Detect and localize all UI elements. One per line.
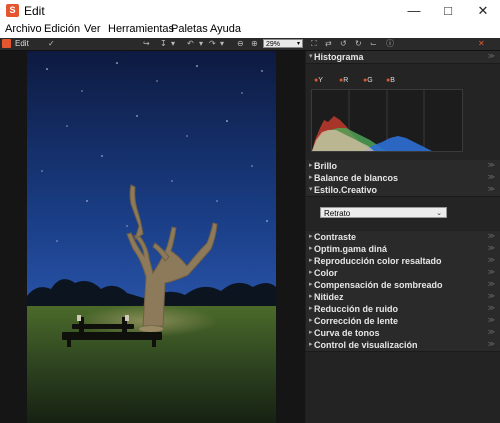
collapse-arrow-icon: ▾ bbox=[309, 53, 313, 60]
maximize-icon[interactable]: □ bbox=[431, 0, 465, 22]
chevron-down-icon: ▾ bbox=[296, 41, 300, 47]
undo-icon[interactable]: ↶ bbox=[187, 38, 194, 50]
save-icon[interactable]: ↧ bbox=[160, 38, 167, 50]
menu-bar: Archivo Edición Ver Herramientas Paletas… bbox=[0, 22, 500, 39]
collapse-arrow-icon: ▾ bbox=[309, 186, 313, 193]
section-label: Reducción de ruido bbox=[314, 304, 399, 314]
expand-arrow-icon: ▸ bbox=[309, 293, 313, 300]
section-label: Nitidez bbox=[314, 292, 344, 302]
chevron-icon: ≫ bbox=[487, 53, 495, 60]
expand-arrow-icon: ▸ bbox=[309, 317, 313, 324]
info-icon[interactable]: ⓘ bbox=[386, 38, 394, 50]
rotate-left-icon[interactable]: ↺ bbox=[340, 38, 347, 50]
redo-options-icon[interactable]: ▾ bbox=[220, 38, 224, 50]
chevron-icon: ≫ bbox=[487, 245, 495, 252]
section-label: Brillo bbox=[314, 161, 338, 171]
photo-image bbox=[27, 51, 276, 423]
undo-options-icon[interactable]: ▾ bbox=[199, 38, 203, 50]
chevron-icon: ≫ bbox=[487, 317, 495, 324]
edit-mode-icon[interactable] bbox=[2, 39, 11, 48]
export-icon[interactable]: ↪ bbox=[143, 38, 150, 50]
redo-icon[interactable]: ↷ bbox=[209, 38, 216, 50]
section-estilo-creativo[interactable]: ▾ Estilo.Creativo ≫ bbox=[306, 184, 500, 197]
section-label: Reproducción color resaltado bbox=[314, 256, 442, 266]
chevron-icon: ≫ bbox=[487, 293, 495, 300]
zoom-in-icon[interactable]: ⊕ bbox=[251, 38, 258, 50]
creative-style-value: Retrato bbox=[324, 209, 351, 218]
expand-arrow-icon: ▸ bbox=[309, 162, 313, 169]
chevron-icon: ≫ bbox=[487, 281, 495, 288]
expand-arrow-icon: ▸ bbox=[309, 233, 313, 240]
section-control-visualizacion[interactable]: ▸ Control de visualización ≫ bbox=[306, 339, 500, 352]
section-label: Contraste bbox=[314, 232, 357, 242]
menu-herramientas[interactable]: Herramientas bbox=[108, 23, 174, 35]
section-label: Curva de tonos bbox=[314, 328, 380, 338]
section-label: Histograma bbox=[314, 52, 364, 62]
channel-r[interactable]: ●R bbox=[339, 77, 348, 84]
zoom-value: 29% bbox=[266, 41, 281, 48]
section-label: Estilo.Creativo bbox=[314, 185, 378, 195]
section-label: Corrección de lente bbox=[314, 316, 399, 326]
section-label: Control de visualización bbox=[314, 340, 418, 350]
zoom-out-icon[interactable]: ⊖ bbox=[237, 38, 244, 50]
save-options-icon[interactable]: ▾ bbox=[171, 38, 175, 50]
section-label: Compensación de sombreado bbox=[314, 280, 443, 290]
creative-style-select[interactable]: Retrato ⌄ bbox=[320, 207, 447, 218]
minimize-icon[interactable]: — bbox=[397, 0, 431, 22]
section-label: Optim.gama diná bbox=[314, 244, 388, 254]
image-canvas[interactable] bbox=[0, 51, 305, 423]
edit-mode-label: Edit bbox=[15, 39, 29, 48]
rotate-right-icon[interactable]: ↻ bbox=[355, 38, 362, 50]
section-label: Color bbox=[314, 268, 338, 278]
photo-preview[interactable] bbox=[27, 51, 276, 423]
chevron-icon: ≫ bbox=[487, 329, 495, 336]
menu-archivo[interactable]: Archivo bbox=[5, 23, 42, 35]
creative-style-body: Retrato ⌄ bbox=[306, 197, 500, 230]
hand-tool-icon[interactable]: ✓ bbox=[48, 38, 55, 50]
expand-arrow-icon: ▸ bbox=[309, 257, 313, 264]
chevron-icon: ≫ bbox=[487, 341, 495, 348]
section-histogram[interactable]: ▾ Histograma ≫ bbox=[306, 51, 500, 64]
chevron-icon: ≫ bbox=[487, 186, 495, 193]
window-title: Edit bbox=[24, 4, 45, 18]
menu-paletas[interactable]: Paletas bbox=[171, 23, 208, 35]
before-after-icon[interactable]: ⇄ bbox=[325, 38, 332, 50]
chevron-icon: ≫ bbox=[487, 269, 495, 276]
toolbar: Edit ✓ ↪ ↧ ▾ ↶ ▾ ↷ ▾ ⊖ ⊕ 29% ▾ ⛶ ⇄ ↺ ↻ ⌙… bbox=[0, 38, 500, 51]
chevron-down-icon: ⌄ bbox=[436, 210, 442, 217]
fit-screen-icon[interactable]: ⛶ bbox=[311, 38, 317, 50]
menu-ayuda[interactable]: Ayuda bbox=[210, 23, 241, 35]
menu-edicion[interactable]: Edición bbox=[44, 23, 80, 35]
close-icon[interactable]: ✕ bbox=[466, 0, 500, 22]
expand-arrow-icon: ▸ bbox=[309, 341, 313, 348]
section-label: Balance de blancos bbox=[314, 173, 399, 183]
zoom-select[interactable]: 29% ▾ bbox=[263, 39, 303, 48]
channel-y[interactable]: ●Y bbox=[314, 77, 323, 84]
expand-arrow-icon: ▸ bbox=[309, 305, 313, 312]
window-titlebar: S Edit — □ ✕ bbox=[0, 0, 500, 22]
expand-arrow-icon: ▸ bbox=[309, 269, 313, 276]
close-panel-icon[interactable]: ✕ bbox=[478, 38, 485, 50]
channel-g[interactable]: ●G bbox=[363, 77, 373, 84]
crop-icon[interactable]: ⌙ bbox=[370, 38, 377, 50]
expand-arrow-icon: ▸ bbox=[309, 281, 313, 288]
chevron-icon: ≫ bbox=[487, 305, 495, 312]
channel-b[interactable]: ●B bbox=[386, 77, 395, 84]
expand-arrow-icon: ▸ bbox=[309, 245, 313, 252]
expand-arrow-icon: ▸ bbox=[309, 174, 313, 181]
chevron-icon: ≫ bbox=[487, 174, 495, 181]
menu-ver[interactable]: Ver bbox=[84, 23, 101, 35]
chevron-icon: ≫ bbox=[487, 233, 495, 240]
chevron-icon: ≫ bbox=[487, 162, 495, 169]
app-logo-icon: S bbox=[6, 4, 19, 17]
chevron-icon: ≫ bbox=[487, 257, 495, 264]
expand-arrow-icon: ▸ bbox=[309, 329, 313, 336]
histogram-graph bbox=[311, 89, 463, 152]
adjustment-panel: ▾ Histograma ≫ ●Y ●R ●G ●B ▸ Brillo ≫ ▸ … bbox=[306, 51, 500, 423]
